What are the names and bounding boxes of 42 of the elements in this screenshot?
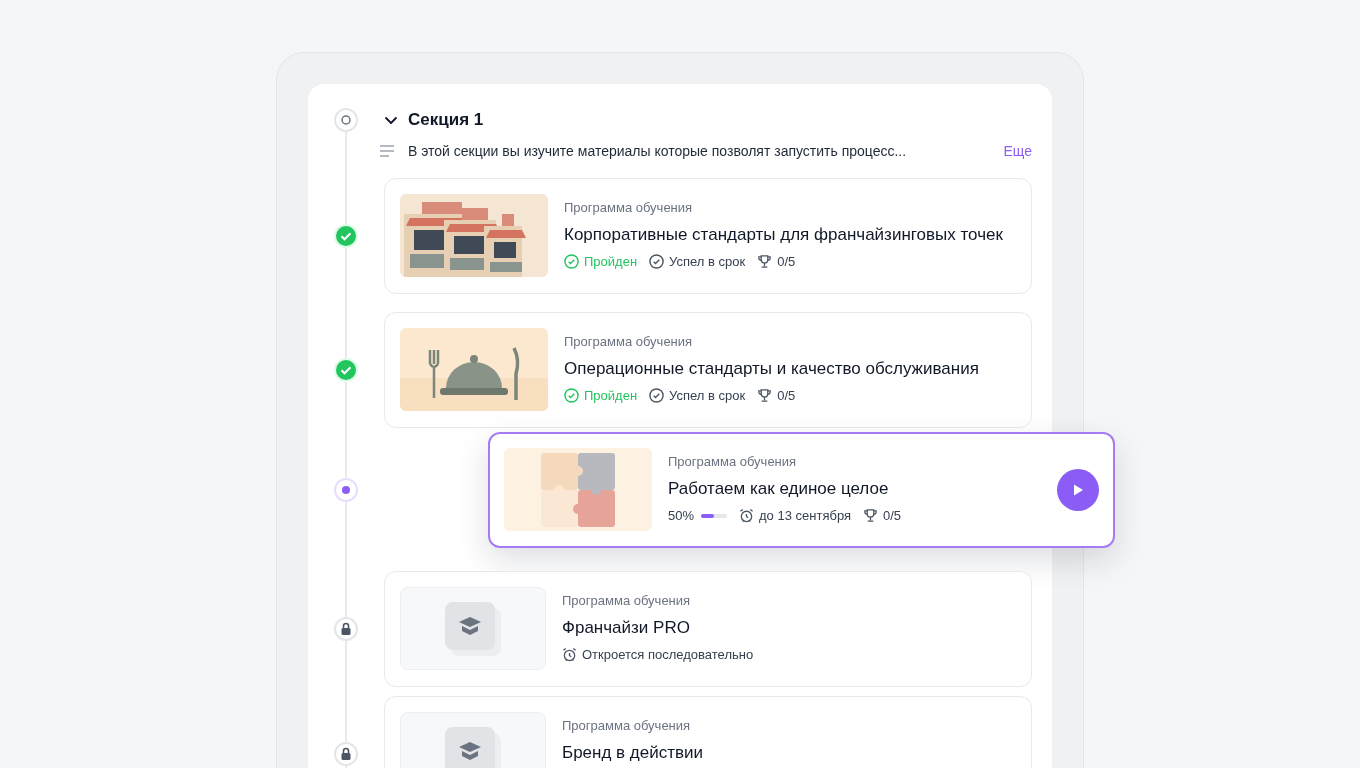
score-text: 0/5	[777, 253, 796, 271]
course-type: Программа обучения	[562, 593, 692, 609]
course-card[interactable]: Программа обучения Бренд в действии	[384, 696, 1032, 768]
status-text: Откроется последовательно	[582, 646, 754, 664]
course-card[interactable]: Программа обучения Работаем как единое целое 50% до 13 сентября 0/5	[488, 432, 1115, 548]
check-circle-icon	[564, 388, 579, 404]
check-circle-icon	[649, 388, 665, 404]
course-type: Программа обучения	[668, 454, 798, 470]
score-text: 0/5	[777, 387, 796, 405]
check-circle-icon	[649, 254, 665, 270]
course-type: Программа обучения	[562, 718, 692, 734]
play-icon	[1071, 483, 1085, 497]
alarm-clock-icon	[739, 508, 755, 524]
check-circle-icon	[564, 254, 579, 270]
status-text: Успел в срок	[669, 253, 746, 271]
section-toggle[interactable]: Секция 1	[384, 107, 484, 133]
description-icon	[380, 145, 394, 157]
course-title: Бренд в действии	[562, 742, 705, 764]
section-description: В этой секции вы изучите материалы которые позволят запустить процесс...	[408, 141, 908, 161]
course-type: Программа обучения	[564, 334, 694, 350]
status-text: Пройден	[584, 387, 638, 405]
course-title: Операционные стандарты и качество обслуживания	[564, 358, 980, 380]
trophy-icon	[863, 508, 878, 524]
trophy-icon	[757, 254, 773, 270]
graduation-cap-icon	[445, 726, 501, 768]
score-text: 0/5	[883, 507, 902, 525]
more-link[interactable]: Еще	[1003, 140, 1032, 162]
progress-percent: 50%	[668, 507, 695, 525]
status-text: Пройден	[584, 253, 638, 271]
trophy-icon	[757, 388, 773, 404]
alarm-clock-icon	[562, 647, 577, 663]
graduation-cap-icon	[445, 601, 501, 656]
play-button[interactable]	[1057, 469, 1099, 511]
status-text: Успел в срок	[669, 387, 746, 405]
course-card[interactable]: Программа обучения Корпоративные стандарты для франчайзинговых точек Пройден Успел в срок 0/5	[384, 178, 1032, 294]
status-text: до 13 сентября	[759, 507, 851, 525]
course-title: Корпоративные стандарты для франчайзинговых точек	[564, 224, 1004, 246]
course-type: Программа обучения	[564, 200, 694, 216]
course-card[interactable]: Программа обучения Операционные стандарты и качество обслуживания Пройден Успел в срок 0/5	[384, 312, 1032, 428]
course-card[interactable]: Программа обучения Франчайзи PRO Откроется последовательно	[384, 571, 1032, 687]
course-title: Франчайзи PRO	[562, 617, 691, 639]
course-title: Работаем как единое целое	[668, 478, 890, 500]
